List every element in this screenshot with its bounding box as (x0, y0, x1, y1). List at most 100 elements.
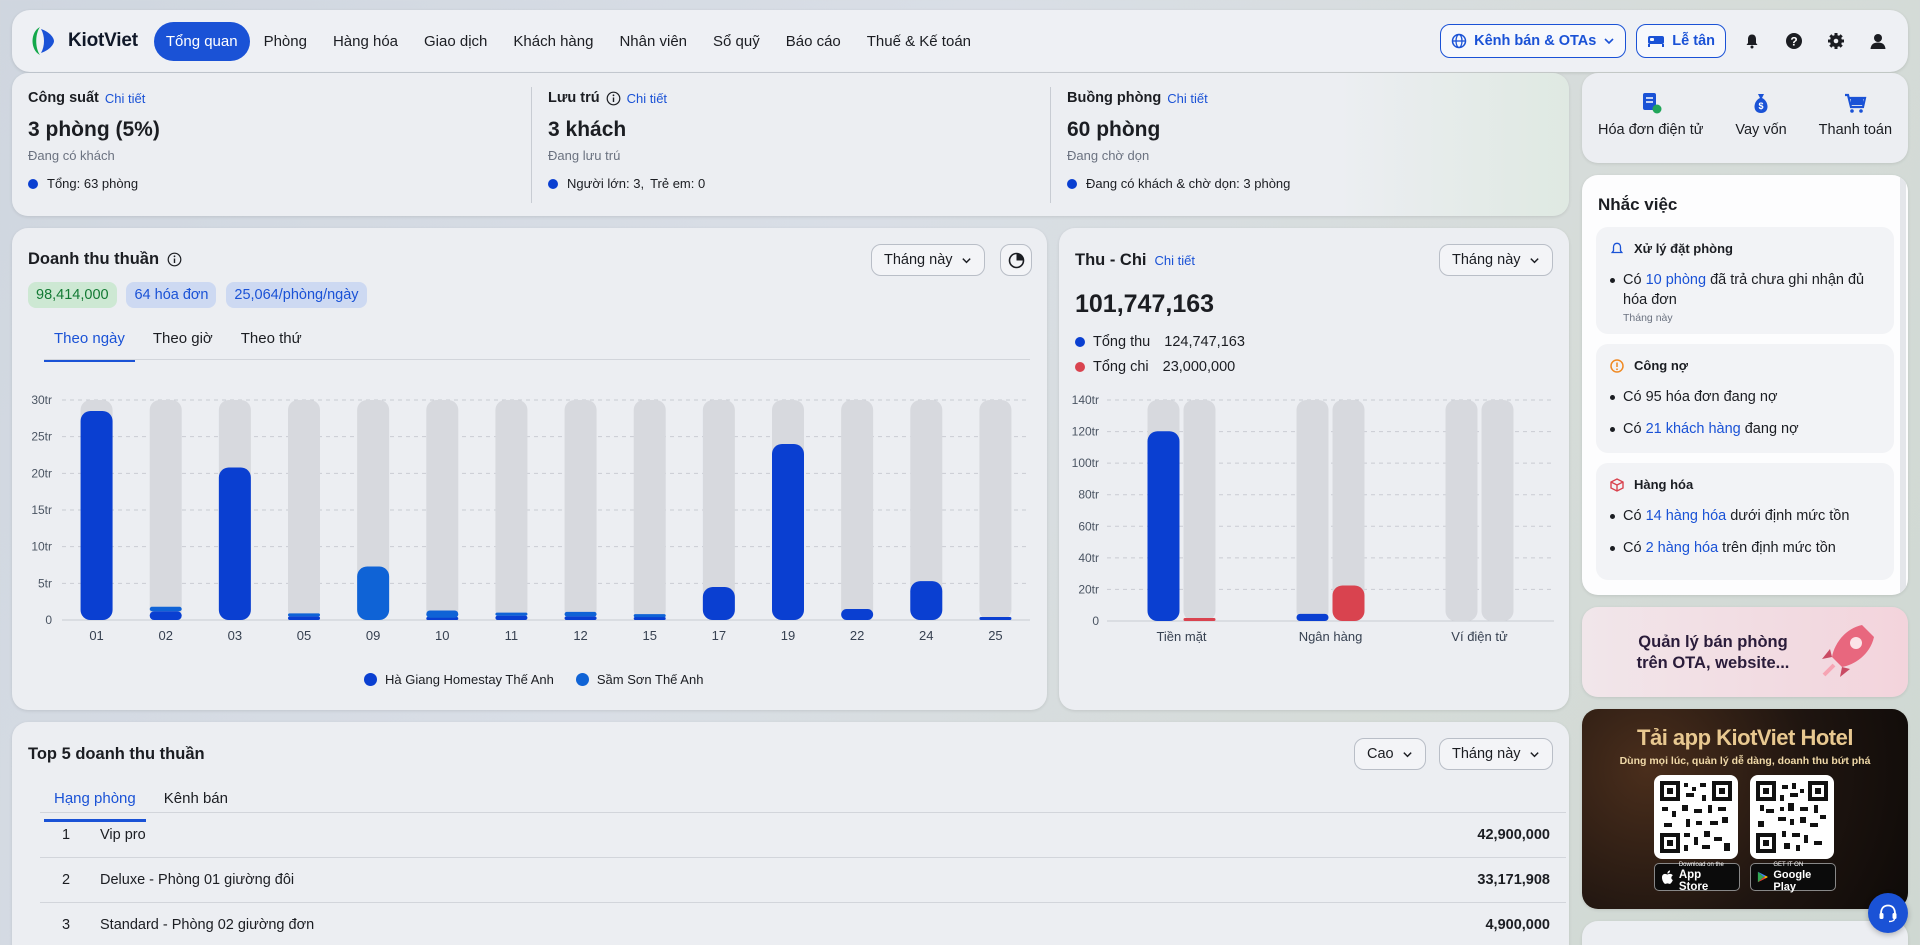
nav-staff[interactable]: Nhân viên (607, 23, 699, 60)
loan-button[interactable]: $ Vay vốn (1735, 91, 1787, 138)
bar (288, 613, 320, 617)
tab-by-hour[interactable]: Theo giờ (143, 324, 223, 362)
chevron-down-icon (1529, 257, 1539, 263)
nav-transactions[interactable]: Giao dịch (412, 23, 499, 60)
stat-stay-detail-link[interactable]: Chi tiết (627, 91, 667, 106)
bell-icon[interactable] (1736, 25, 1768, 57)
x-tick-label: Ngân hàng (1299, 629, 1363, 644)
chevron-down-icon (1529, 751, 1539, 757)
google-play-badge[interactable]: GET IT ON Google Play (1750, 861, 1836, 893)
blue-dot-icon (548, 178, 558, 189)
gear-icon[interactable] (1820, 25, 1852, 57)
nav-overview[interactable]: Tổng quan (153, 21, 250, 61)
x-tick-label: Ví điện tử (1451, 629, 1508, 644)
channels-otas-button[interactable]: Kênh bán & OTAs (1440, 24, 1627, 58)
y-tick-label: 20tr (1078, 582, 1099, 596)
qr-code-appstore[interactable] (1654, 775, 1738, 859)
support-chat-button[interactable] (1868, 893, 1908, 933)
bar (564, 616, 597, 620)
reminder-debt: Công nợ Có 95 hóa đơn đang nợ Có 21 khác… (1596, 344, 1894, 453)
top5-period-select[interactable]: Tháng này (1439, 738, 1553, 770)
reminder-goods-below: Có 14 hàng hóa dưới định mức tồn (1623, 508, 1850, 524)
info-icon[interactable] (167, 252, 182, 267)
stat-capacity-value: 3 phòng (5%) (28, 118, 160, 141)
revenue-chips: 98,414,000 64 hóa đơn 25,064/phòng/ngày (28, 282, 373, 308)
bar-track (633, 400, 666, 620)
qr-code-googleplay[interactable] (1750, 775, 1834, 859)
qr-code-icon (1660, 781, 1732, 853)
chevron-down-icon (961, 257, 971, 263)
svg-text:?: ? (1790, 35, 1797, 49)
income-label: Tổng thu (1093, 334, 1151, 350)
help-icon[interactable]: ? (1778, 25, 1810, 57)
invoice-icon (1642, 93, 1662, 114)
table-row[interactable]: 1 Vip pro 42,900,000 (40, 813, 1566, 858)
unbilled-rooms-link[interactable]: 10 phòng (1646, 272, 1706, 288)
revenue-per-room-chip: 25,064/phòng/ngày (226, 282, 367, 308)
bell-icon (1610, 242, 1624, 253)
chevron-down-icon (1604, 38, 1614, 45)
nav-tax-accounting[interactable]: Thuế & Kế toán (855, 23, 983, 60)
reminder-booking-title: Xử lý đặt phòng (1634, 241, 1733, 256)
cashflow-detail-link[interactable]: Chi tiết (1154, 253, 1194, 268)
table-row[interactable]: 2 Deluxe - Phòng 01 giường đôi 33,171,90… (40, 858, 1566, 903)
tab-by-weekday[interactable]: Theo thứ (231, 324, 312, 362)
cashflow-period-value: Tháng này (1452, 252, 1521, 268)
x-tick-label: 12 (573, 628, 587, 643)
cashflow-period-select[interactable]: Tháng này (1439, 244, 1553, 276)
bar-track (1296, 400, 1329, 621)
legend-item-samson[interactable]: Sầm Sơn Thế Anh (597, 672, 704, 687)
bar (841, 609, 874, 620)
app-store-label: App Store (1678, 868, 1709, 893)
bar (1147, 431, 1180, 621)
revenue-bar-chart: 0 5tr 10tr 15tr 20tr 25tr 30tr 01 02 03 05 09 10 11 12… (31, 393, 1030, 643)
x-tick-label: 19 (781, 628, 795, 643)
goods-above-link[interactable]: 2 hàng hóa (1646, 540, 1719, 556)
stat-capacity-detail-link[interactable]: Chi tiết (105, 91, 145, 106)
reminder-goods-above: Có 2 hàng hóa trên định mức tồn (1623, 540, 1836, 556)
y-tick-label: 10tr (31, 540, 52, 554)
nav-cashbook[interactable]: Sổ quỹ (701, 23, 772, 60)
e-invoice-button[interactable]: Hóa đơn điện tử (1598, 91, 1703, 138)
x-tick-label: 02 (158, 628, 172, 643)
nav-customers[interactable]: Khách hàng (501, 23, 605, 60)
google-play-icon (1757, 871, 1768, 883)
main-nav: Tổng quan Phòng Hàng hóa Giao dịch Khách… (153, 21, 983, 61)
google-play-small: GET IT ON (1773, 861, 1804, 868)
nav-reports[interactable]: Báo cáo (774, 23, 853, 60)
blue-dot-icon (28, 178, 38, 189)
app-store-badge[interactable]: Download on the App Store (1654, 862, 1740, 893)
x-tick-label: 24 (919, 628, 933, 643)
reminder-goods-title: Hàng hóa (1634, 477, 1694, 492)
cashflow-expense-row: Tổng chi 23,000,000 (1075, 359, 1235, 375)
x-tick-label: 10 (435, 628, 449, 643)
payment-button[interactable]: Thanh toán (1819, 91, 1892, 138)
stat-stay-title: Lưu trú (548, 90, 600, 106)
revenue-period-select[interactable]: Tháng này (871, 244, 985, 276)
stat-housekeeping-title: Buồng phòng (1067, 90, 1162, 106)
goods-below-link[interactable]: 14 hàng hóa (1646, 508, 1727, 524)
chart-type-button[interactable] (1000, 244, 1032, 276)
revenue-amount-chip: 98,414,000 (28, 282, 117, 308)
user-icon[interactable] (1862, 25, 1894, 57)
legend-item-hagiang[interactable]: Hà Giang Homestay Thế Anh (385, 672, 554, 687)
table-row[interactable]: 3 Standard - Phòng 02 giường đơn 4,900,0… (40, 903, 1566, 945)
qr-code-icon (1756, 781, 1828, 853)
nav-rooms[interactable]: Phòng (252, 23, 319, 60)
box-icon (1610, 477, 1624, 492)
top5-sort-select[interactable]: Cao (1354, 738, 1426, 770)
bar (1296, 613, 1329, 621)
tab-by-day[interactable]: Theo ngày (44, 324, 135, 362)
nav-goods[interactable]: Hàng hóa (321, 23, 410, 60)
row-rank: 3 (62, 917, 71, 933)
scrollbar[interactable] (1900, 175, 1906, 595)
reception-button[interactable]: Lễ tân (1636, 24, 1726, 58)
logo[interactable]: KiotViet (26, 24, 138, 58)
ota-banner[interactable]: Quản lý bán phòng trên OTA, website... (1582, 607, 1908, 697)
bar (149, 611, 182, 620)
top5-period-value: Tháng này (1452, 746, 1521, 762)
reception-label: Lễ tân (1672, 33, 1715, 49)
stat-stay-children: Trẻ em: 0 (650, 176, 706, 191)
stat-housekeeping-detail-link[interactable]: Chi tiết (1167, 91, 1207, 106)
debt-customers-link[interactable]: 21 khách hàng (1646, 421, 1741, 437)
